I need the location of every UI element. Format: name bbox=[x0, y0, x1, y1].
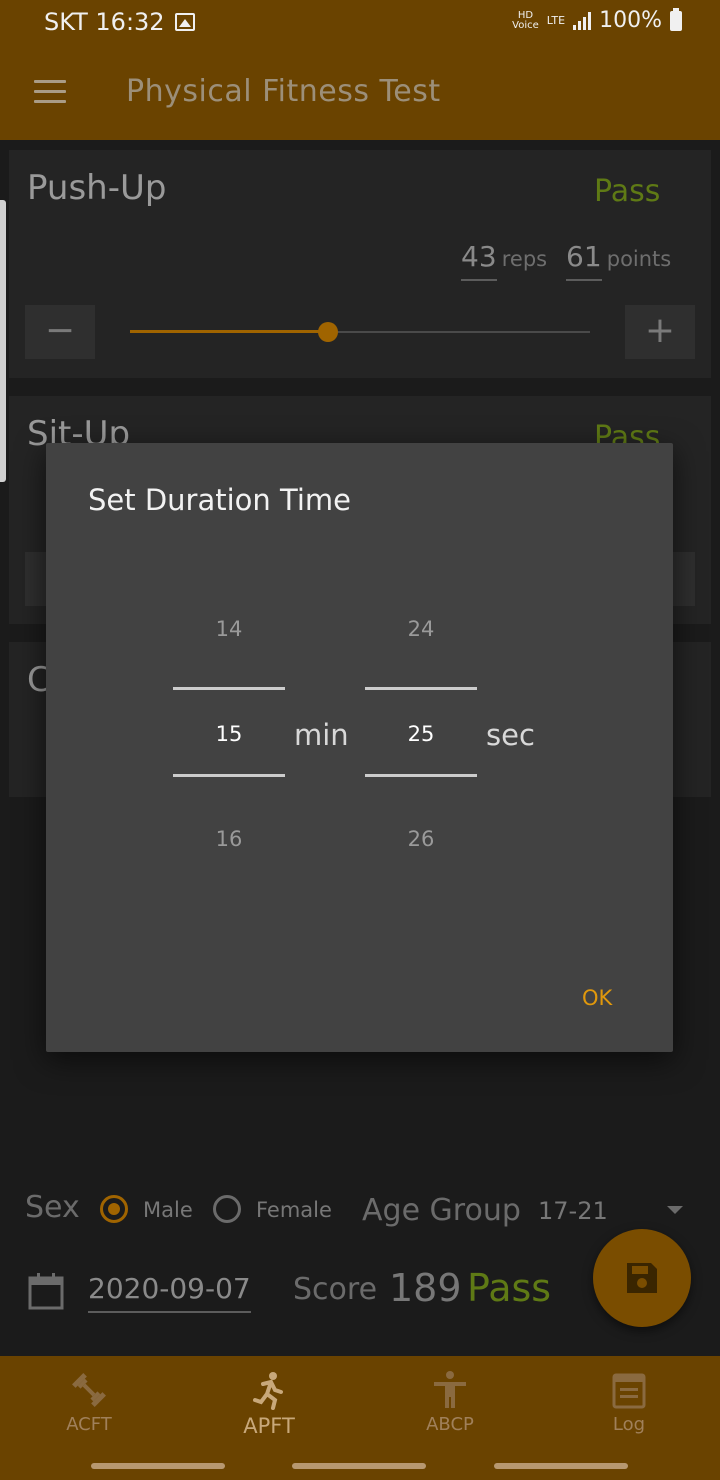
minutes-prev[interactable]: 14 bbox=[173, 617, 285, 641]
seconds-top-divider bbox=[365, 687, 477, 690]
age-group-value[interactable]: 17-21 bbox=[538, 1197, 608, 1225]
male-label[interactable]: Male bbox=[143, 1198, 193, 1222]
save-icon bbox=[627, 1263, 657, 1293]
signal-icon bbox=[573, 11, 592, 30]
log-icon bbox=[612, 1373, 646, 1409]
reps-value[interactable]: 43 bbox=[461, 240, 497, 281]
points-value: 61 bbox=[566, 240, 602, 281]
sex-label: Sex bbox=[25, 1190, 80, 1225]
status-right: HD Voice LTE 100% bbox=[512, 7, 682, 33]
seconds-bottom-divider bbox=[365, 774, 477, 777]
score-value: 189 bbox=[389, 1266, 462, 1310]
points-unit: points bbox=[606, 247, 672, 271]
nav-item-acft[interactable]: ACFT bbox=[29, 1370, 149, 1435]
ok-button[interactable]: OK bbox=[582, 986, 612, 1010]
pushup-status: Pass bbox=[594, 174, 661, 209]
date-value[interactable]: 2020-09-07 bbox=[88, 1272, 251, 1305]
pushup-plus-button[interactable]: + bbox=[625, 305, 695, 359]
pushup-title: Push-Up bbox=[27, 168, 167, 208]
duration-dialog: Set Duration Time 14 15 16 min 24 25 26 … bbox=[46, 443, 673, 1052]
female-label[interactable]: Female bbox=[256, 1198, 332, 1222]
date-field[interactable]: 2020-09-07 bbox=[88, 1272, 251, 1313]
score-result: Pass bbox=[467, 1266, 552, 1310]
hd-voice-icon: HD Voice bbox=[512, 9, 539, 31]
pushup-minus-button[interactable]: − bbox=[25, 305, 95, 359]
person-icon bbox=[434, 1371, 466, 1408]
pushup-reps: 43 reps bbox=[461, 240, 548, 281]
carrier-time: SKT 16:32 bbox=[44, 8, 165, 36]
male-radio[interactable] bbox=[100, 1195, 128, 1223]
nav-item-log[interactable]: Log bbox=[569, 1370, 689, 1435]
status-left: SKT 16:32 bbox=[44, 8, 195, 36]
lte-icon: LTE bbox=[546, 14, 566, 27]
minutes-current[interactable]: 15 bbox=[173, 722, 285, 746]
pushup-points: 61 points bbox=[566, 240, 672, 281]
gesture-bar-center bbox=[292, 1463, 426, 1469]
battery-icon bbox=[670, 7, 682, 31]
app-title: Physical Fitness Test bbox=[126, 74, 441, 109]
image-notification-icon bbox=[174, 13, 195, 31]
menu-icon[interactable] bbox=[34, 80, 66, 104]
nav-label-apft: APFT bbox=[243, 1414, 295, 1438]
minutes-unit: min bbox=[294, 718, 349, 752]
dialog-title: Set Duration Time bbox=[88, 483, 351, 517]
nav-item-apft[interactable]: APFT bbox=[209, 1370, 329, 1438]
save-button[interactable] bbox=[593, 1229, 691, 1327]
gesture-bar-right bbox=[494, 1463, 628, 1469]
pushup-slider-thumb[interactable] bbox=[317, 322, 338, 342]
seconds-unit: sec bbox=[486, 718, 535, 752]
running-icon bbox=[253, 1372, 283, 1410]
seconds-next[interactable]: 26 bbox=[365, 827, 477, 851]
minutes-top-divider bbox=[173, 687, 285, 690]
battery-percent: 100% bbox=[599, 8, 662, 33]
minutes-next[interactable]: 16 bbox=[173, 827, 285, 851]
pushup-slider-fill bbox=[130, 330, 328, 333]
score-label: Score bbox=[293, 1272, 378, 1307]
nav-item-abcp[interactable]: ABCP bbox=[390, 1370, 510, 1435]
nav-label-acft: ACFT bbox=[66, 1414, 112, 1435]
seconds-current[interactable]: 25 bbox=[365, 722, 477, 746]
female-radio[interactable] bbox=[213, 1195, 241, 1223]
seconds-prev[interactable]: 24 bbox=[365, 617, 477, 641]
reps-unit: reps bbox=[501, 247, 548, 271]
gesture-bar-left bbox=[91, 1463, 225, 1469]
age-group-dropdown-icon[interactable] bbox=[667, 1206, 683, 1214]
nav-label-log: Log bbox=[612, 1414, 646, 1435]
nav-label-abcp: ABCP bbox=[426, 1414, 474, 1435]
age-group-label: Age Group bbox=[362, 1193, 521, 1228]
edge-panel-handle[interactable] bbox=[0, 200, 6, 482]
minutes-bottom-divider bbox=[173, 774, 285, 777]
calendar-icon[interactable] bbox=[28, 1272, 64, 1310]
dumbbell-icon bbox=[72, 1373, 106, 1407]
